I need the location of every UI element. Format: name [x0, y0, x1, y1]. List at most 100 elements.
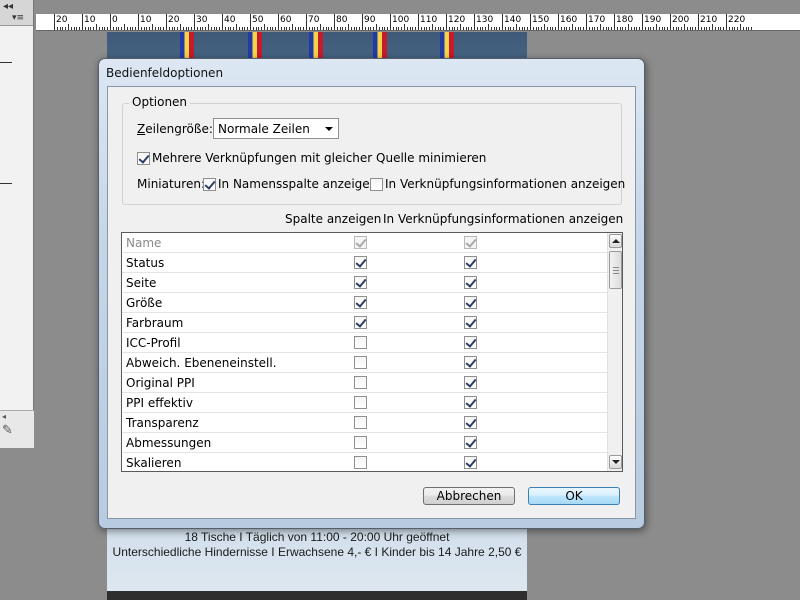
show-column-checkbox[interactable]: [354, 356, 367, 369]
ruler-minor-tick: [563, 27, 565, 30]
list-row[interactable]: ICC-Profil: [122, 333, 609, 353]
show-column-checkbox[interactable]: [354, 416, 367, 429]
ruler-minor-tick: [149, 27, 151, 30]
show-column-checkbox[interactable]: [354, 276, 367, 289]
ruler-minor-tick: [569, 27, 571, 30]
ruler-label: 150: [532, 15, 550, 25]
show-in-link-info-checkbox[interactable]: [464, 396, 477, 409]
row-label: Status: [126, 256, 165, 270]
show-column-checkbox[interactable]: [354, 456, 367, 469]
show-in-link-info-checkbox[interactable]: [464, 376, 477, 389]
ruler-minor-tick: [264, 24, 265, 30]
ruler-minor-tick: [163, 27, 165, 30]
row-label: Original PPI: [126, 376, 195, 390]
ruler-minor-tick: [572, 24, 573, 30]
show-column-checkbox[interactable]: [354, 436, 367, 449]
thumb-name-column-checkbox[interactable]: [203, 178, 216, 191]
ruler-label: 210: [700, 15, 718, 25]
ruler-minor-tick: [65, 27, 67, 30]
show-in-link-info-checkbox[interactable]: [464, 416, 477, 429]
scroll-up-button[interactable]: [609, 234, 622, 248]
collapse-panel-icon[interactable]: ◂◂: [3, 1, 13, 12]
show-column-checkbox[interactable]: [354, 316, 367, 329]
ok-button[interactable]: OK: [528, 487, 620, 505]
list-row[interactable]: Farbraum: [122, 313, 609, 333]
ruler-minor-tick: [706, 27, 708, 30]
ruler-major-tick: [586, 14, 587, 30]
ruler-minor-tick: [675, 27, 677, 30]
row-label: PPI effektiv: [126, 396, 193, 410]
ruler-minor-tick: [420, 27, 422, 30]
list-row[interactable]: Transparenz: [122, 413, 609, 433]
show-in-link-info-checkbox[interactable]: [464, 436, 477, 449]
ruler-minor-tick: [160, 27, 162, 30]
show-in-link-info-checkbox[interactable]: [464, 456, 477, 469]
dialog-title: Bedienfeldoptionen: [106, 66, 224, 80]
row-label: Abweich. Ebeneneinstell.: [126, 356, 277, 370]
show-in-link-info-checkbox[interactable]: [464, 356, 477, 369]
ruler-minor-tick: [742, 27, 744, 30]
ruler-minor-tick: [734, 27, 736, 30]
ruler-minor-tick: [560, 27, 562, 30]
ruler-minor-tick: [605, 27, 607, 30]
ruler-minor-tick: [317, 27, 319, 30]
row-size-select[interactable]: Normale Zeilen: [213, 118, 339, 139]
ruler-minor-tick: [728, 27, 730, 30]
list-row[interactable]: Original PPI: [122, 373, 609, 393]
ruler-minor-tick: [269, 27, 271, 30]
medal-ribbon: [248, 32, 262, 58]
panel-divider: [0, 62, 12, 63]
ruler-minor-tick: [238, 27, 240, 30]
ruler-minor-tick: [331, 27, 333, 30]
show-column-checkbox[interactable]: [354, 256, 367, 269]
list-row[interactable]: Seite: [122, 273, 609, 293]
ruler-label: 220: [728, 15, 746, 25]
show-column-checkbox[interactable]: [354, 376, 367, 389]
ruler-minor-tick: [84, 27, 86, 30]
edit-original-icon[interactable]: ✎: [2, 423, 13, 438]
list-row[interactable]: Skalieren: [122, 453, 609, 471]
list-scrollbar[interactable]: [607, 233, 622, 471]
minimize-links-checkbox[interactable]: [137, 152, 150, 165]
thumb-link-info-checkbox[interactable]: [370, 178, 383, 191]
ruler-minor-tick: [174, 27, 176, 30]
show-column-checkbox[interactable]: [354, 396, 367, 409]
ruler-minor-tick: [224, 27, 226, 30]
scroll-left-icon[interactable]: ◂: [2, 412, 6, 421]
ruler-label: 90: [364, 15, 376, 25]
ruler-minor-tick: [241, 27, 243, 30]
ruler-minor-tick: [348, 24, 349, 30]
column-options-list[interactable]: Name Status Seite Größe Farbraum ICC-Profil Ab…: [121, 232, 623, 472]
list-row[interactable]: Größe: [122, 293, 609, 313]
show-in-link-info-checkbox[interactable]: [464, 336, 477, 349]
ruler-minor-tick: [628, 24, 629, 30]
ruler-minor-tick: [460, 24, 461, 30]
list-row[interactable]: Abweich. Ebeneneinstell.: [122, 353, 609, 373]
list-row[interactable]: PPI effektiv: [122, 393, 609, 413]
show-column-checkbox[interactable]: [354, 336, 367, 349]
show-in-link-info-checkbox[interactable]: [464, 256, 477, 269]
ruler-minor-tick: [96, 24, 97, 30]
panel-menu-icon[interactable]: ▾≡: [12, 13, 24, 23]
ruler-minor-tick: [314, 27, 316, 30]
cancel-button[interactable]: Abbrechen: [423, 487, 515, 505]
list-row[interactable]: Status: [122, 253, 609, 273]
ruler-minor-tick: [409, 27, 411, 30]
ruler-minor-tick: [476, 27, 478, 30]
show-in-link-info-checkbox[interactable]: [464, 316, 477, 329]
ruler-minor-tick: [507, 27, 509, 30]
ruler-minor-tick: [745, 27, 747, 30]
scroll-down-button[interactable]: [609, 455, 622, 469]
list-row[interactable]: Abmessungen: [122, 433, 609, 453]
ruler-minor-tick: [359, 27, 361, 30]
scroll-thumb[interactable]: [609, 251, 622, 289]
show-column-checkbox[interactable]: [354, 296, 367, 309]
ruler-minor-tick: [616, 27, 618, 30]
show-in-link-info-checkbox[interactable]: [464, 276, 477, 289]
ruler-minor-tick: [664, 27, 666, 30]
ruler-major-tick: [54, 14, 55, 30]
show-in-link-info-checkbox[interactable]: [464, 296, 477, 309]
list-row[interactable]: Name: [122, 233, 609, 253]
ruler-minor-tick: [440, 27, 442, 30]
ruler-major-tick: [82, 14, 83, 30]
